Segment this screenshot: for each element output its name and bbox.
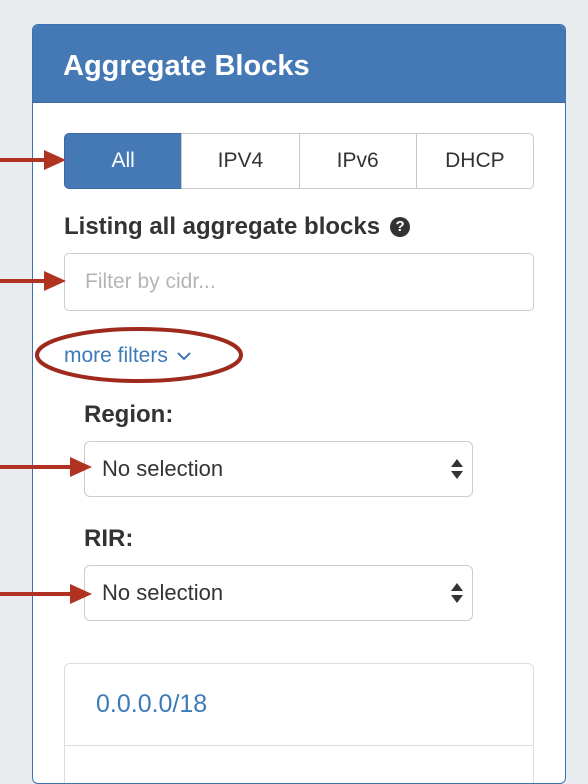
panel-header: Aggregate Blocks	[33, 25, 565, 103]
more-filters-link[interactable]: more filters	[64, 343, 192, 369]
ip-type-button-group: All IPV4 IPv6 DHCP	[64, 133, 534, 189]
region-select-value: No selection	[102, 456, 224, 481]
select-arrows-icon	[451, 459, 463, 479]
question-circle-icon[interactable]: ?	[390, 217, 411, 237]
listing-heading: Listing all aggregate blocks ?	[64, 213, 411, 241]
region-label: Region:	[84, 401, 174, 428]
tab-dhcp[interactable]: DHCP	[415, 133, 534, 189]
select-arrows-icon	[451, 583, 463, 603]
panel-title: Aggregate Blocks	[63, 50, 310, 82]
rir-label: RIR:	[84, 525, 134, 552]
tab-all[interactable]: All	[64, 133, 183, 189]
rir-select[interactable]: No selection	[84, 565, 473, 621]
listing-text: Listing all aggregate blocks	[64, 213, 381, 240]
aggregate-blocks-panel: Aggregate Blocks All IPV4 IPv6 DHCP List…	[32, 24, 566, 784]
rir-select-value: No selection	[102, 580, 224, 605]
block-link[interactable]: 0.0.0.0/18	[96, 690, 207, 719]
chevron-down-icon	[177, 352, 191, 361]
tab-ipv6[interactable]: IPv6	[298, 133, 417, 189]
aggregate-block-list: 0.0.0.0/18	[64, 663, 534, 783]
cidr-filter-input[interactable]	[64, 253, 534, 311]
tab-ipv4[interactable]: IPV4	[181, 133, 300, 189]
more-filters-label: more filters	[64, 344, 168, 367]
list-item: 0.0.0.0/18	[65, 664, 533, 746]
region-select[interactable]: No selection	[84, 441, 473, 497]
